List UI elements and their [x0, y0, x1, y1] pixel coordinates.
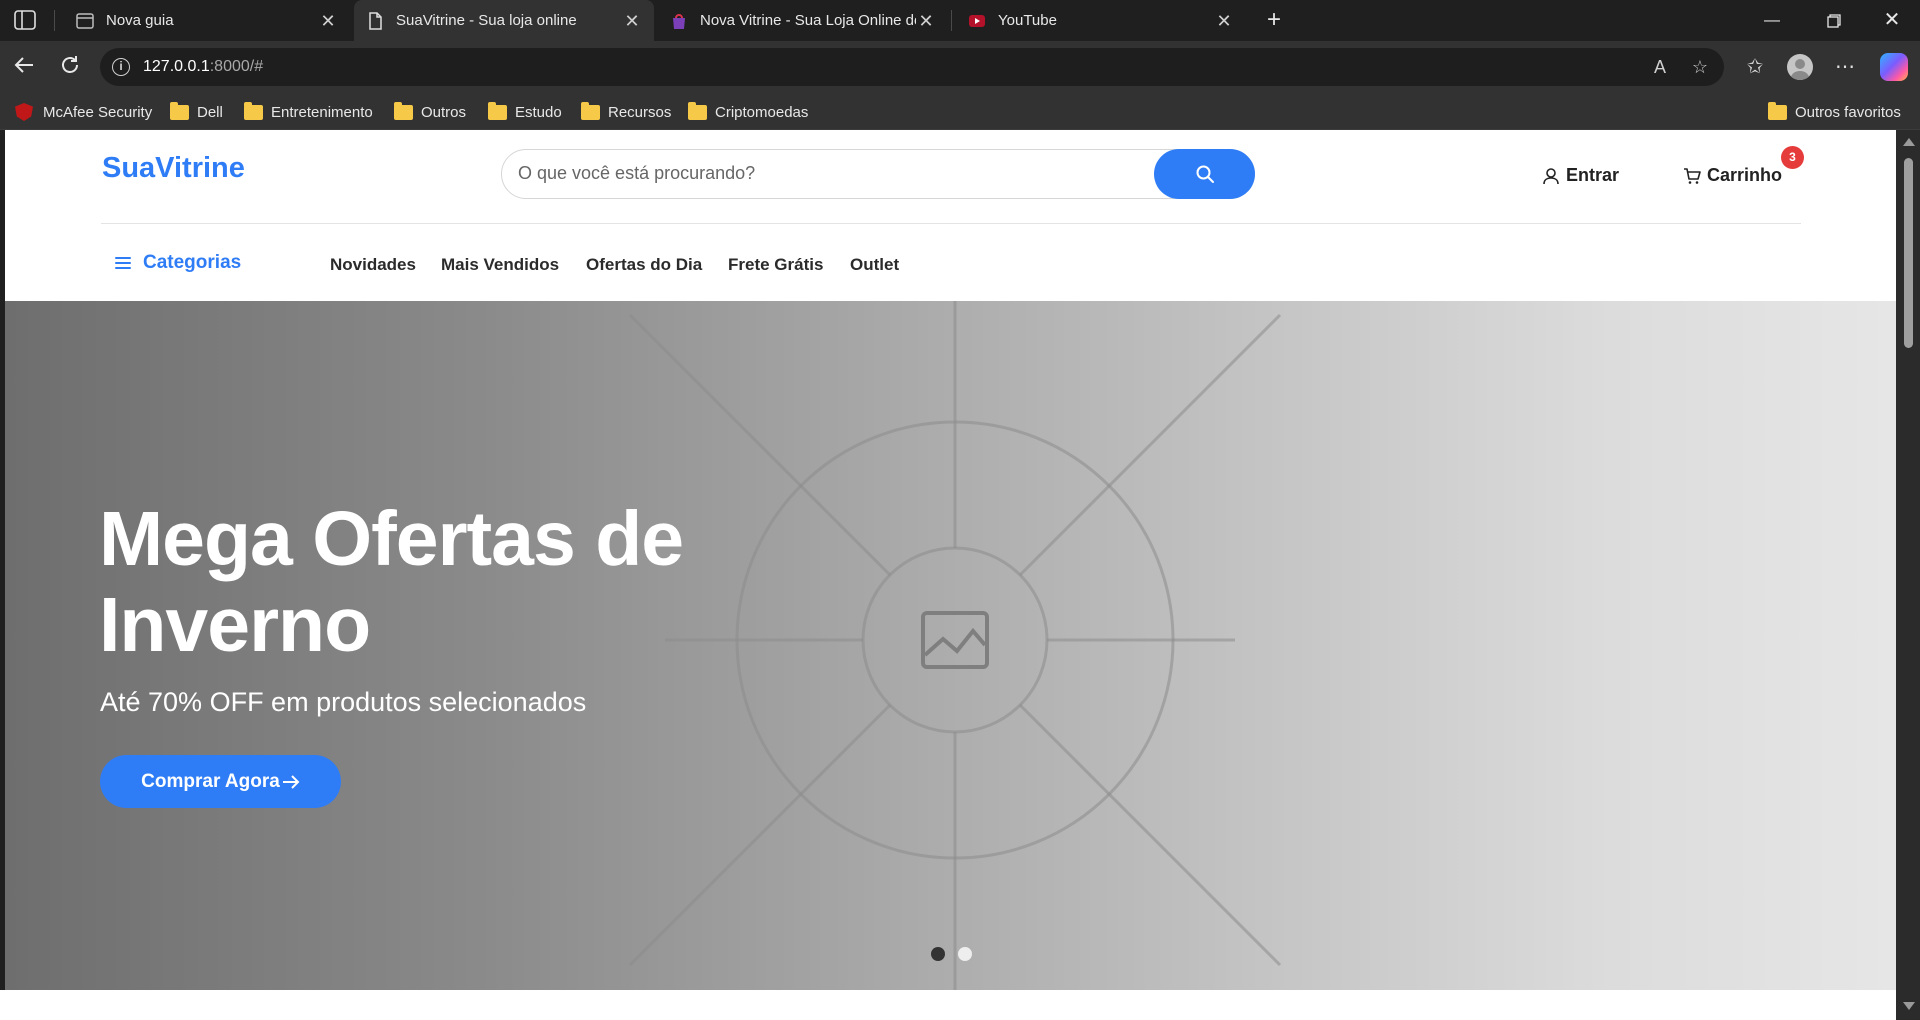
tab-separator [54, 10, 55, 31]
folder-icon [688, 101, 707, 120]
bookmark-folder-entretenimento[interactable]: Entretenimento [244, 101, 373, 123]
folder-icon [488, 101, 507, 120]
menu-icon [115, 256, 131, 270]
new-tab-icon [76, 12, 94, 29]
search-input[interactable] [518, 163, 1118, 184]
hero-banner: Mega Ofertas de Inverno Até 70% OFF em p… [5, 301, 1896, 990]
shopping-bag-icon [673, 13, 685, 29]
cart-count-badge: 3 [1781, 146, 1804, 169]
bookmark-folder-dell[interactable]: Dell [170, 101, 223, 123]
copilot-icon[interactable] [1880, 53, 1908, 81]
nav-link-novidades[interactable]: Novidades [330, 255, 416, 275]
page-viewport: SuaVitrine Entrar Carrinho 3 Categorias … [5, 130, 1896, 990]
cart-icon [1684, 167, 1701, 184]
close-tab-icon[interactable]: ✕ [916, 11, 936, 31]
nav-link-outlet[interactable]: Outlet [850, 255, 899, 275]
bookmark-mcafee[interactable]: McAfee Security [15, 101, 152, 123]
shop-now-button[interactable]: Comprar Agora [100, 755, 341, 808]
url-text: 127.0.0.1:8000/# [143, 58, 264, 75]
tab-suavitrine[interactable]: SuaVitrine - Sua loja online ✕ [354, 0, 654, 41]
folder-icon [394, 101, 413, 120]
bookmark-folder-estudo[interactable]: Estudo [488, 101, 562, 123]
tab-title: YouTube [998, 12, 1057, 29]
login-link[interactable]: Entrar [1542, 165, 1619, 186]
youtube-icon [969, 14, 985, 27]
tab-youtube[interactable]: YouTube ✕ [956, 0, 1246, 41]
reload-icon[interactable] [57, 54, 83, 80]
profile-avatar[interactable] [1787, 54, 1813, 80]
carousel-dot-2[interactable] [958, 947, 972, 961]
bookmark-folder-recursos[interactable]: Recursos [581, 101, 671, 123]
minimize-icon[interactable]: — [1746, 0, 1798, 41]
image-icon [921, 611, 989, 669]
address-bar[interactable]: i 127.0.0.1:8000/# A ☆ [100, 48, 1724, 86]
search-icon [1196, 165, 1214, 183]
nav-link-frete-gratis[interactable]: Frete Grátis [728, 255, 823, 275]
nav-link-ofertas-do-dia[interactable]: Ofertas do Dia [586, 255, 702, 275]
user-icon [1543, 167, 1559, 184]
page-scrollbar[interactable] [1896, 130, 1920, 1020]
more-options-icon[interactable]: ⋯ [1832, 54, 1858, 80]
close-tab-icon[interactable]: ✕ [1214, 11, 1234, 31]
close-window-icon[interactable]: ✕ [1866, 0, 1918, 41]
tab-nova-guia[interactable]: Nova guia ✕ [64, 0, 350, 41]
bookmark-folder-outros-favoritos[interactable]: Outros favoritos [1768, 101, 1901, 123]
close-tab-icon[interactable]: ✕ [318, 11, 338, 31]
mcafee-icon [15, 103, 33, 121]
bookmark-folder-criptomoedas[interactable]: Criptomoedas [688, 101, 808, 123]
folder-icon [170, 101, 189, 120]
folder-icon [581, 101, 600, 120]
favorite-star-icon[interactable]: ☆ [1689, 56, 1711, 78]
folder-icon [1768, 101, 1787, 120]
navigation-toolbar: i 127.0.0.1:8000/# A ☆ ✩ ⋯ [0, 41, 1920, 94]
hero-title: Mega Ofertas de Inverno [99, 496, 684, 668]
tab-title: Nova guia [106, 12, 174, 29]
tab-separator [951, 10, 952, 31]
categories-menu-button[interactable]: Categorias [115, 252, 241, 274]
favorites-icon[interactable]: ✩ [1742, 54, 1768, 80]
restore-icon[interactable] [1808, 0, 1860, 41]
tab-nova-vitrine[interactable]: Nova Vitrine - Sua Loja Online de ✕ [658, 0, 948, 41]
tab-title: Nova Vitrine - Sua Loja Online de [700, 12, 916, 29]
page-below-fold [0, 990, 1896, 1020]
scrollbar-thumb[interactable] [1904, 158, 1913, 348]
back-arrow-icon[interactable] [11, 54, 37, 80]
sidebar-toggle-icon[interactable] [14, 10, 36, 30]
tab-strip: Nova guia ✕ SuaVitrine - Sua loja online… [0, 0, 1920, 41]
cart-link[interactable]: Carrinho [1683, 165, 1782, 186]
header-divider [101, 223, 1801, 224]
site-info-icon[interactable]: i [112, 58, 130, 76]
close-tab-icon[interactable]: ✕ [622, 11, 642, 31]
nav-link-mais-vendidos[interactable]: Mais Vendidos [441, 255, 559, 275]
arrow-right-icon [282, 774, 300, 789]
scroll-down-arrow-icon[interactable] [1903, 1002, 1915, 1010]
search-button[interactable] [1154, 149, 1255, 199]
folder-icon [244, 101, 263, 120]
tab-title: SuaVitrine - Sua loja online [396, 12, 577, 29]
hero-subtitle: Até 70% OFF em produtos selecionados [100, 687, 587, 717]
page-icon [369, 11, 382, 30]
new-tab-button[interactable]: + [1260, 7, 1288, 35]
bookmarks-bar: McAfee Security Dell Entretenimento Outr… [0, 94, 1920, 130]
carousel-dot-1[interactable] [931, 947, 945, 961]
site-logo[interactable]: SuaVitrine [102, 152, 245, 185]
bookmark-folder-outros[interactable]: Outros [394, 101, 466, 123]
read-aloud-icon[interactable]: A [1649, 56, 1671, 78]
scroll-up-arrow-icon[interactable] [1903, 138, 1915, 146]
search-bar [501, 149, 1255, 199]
